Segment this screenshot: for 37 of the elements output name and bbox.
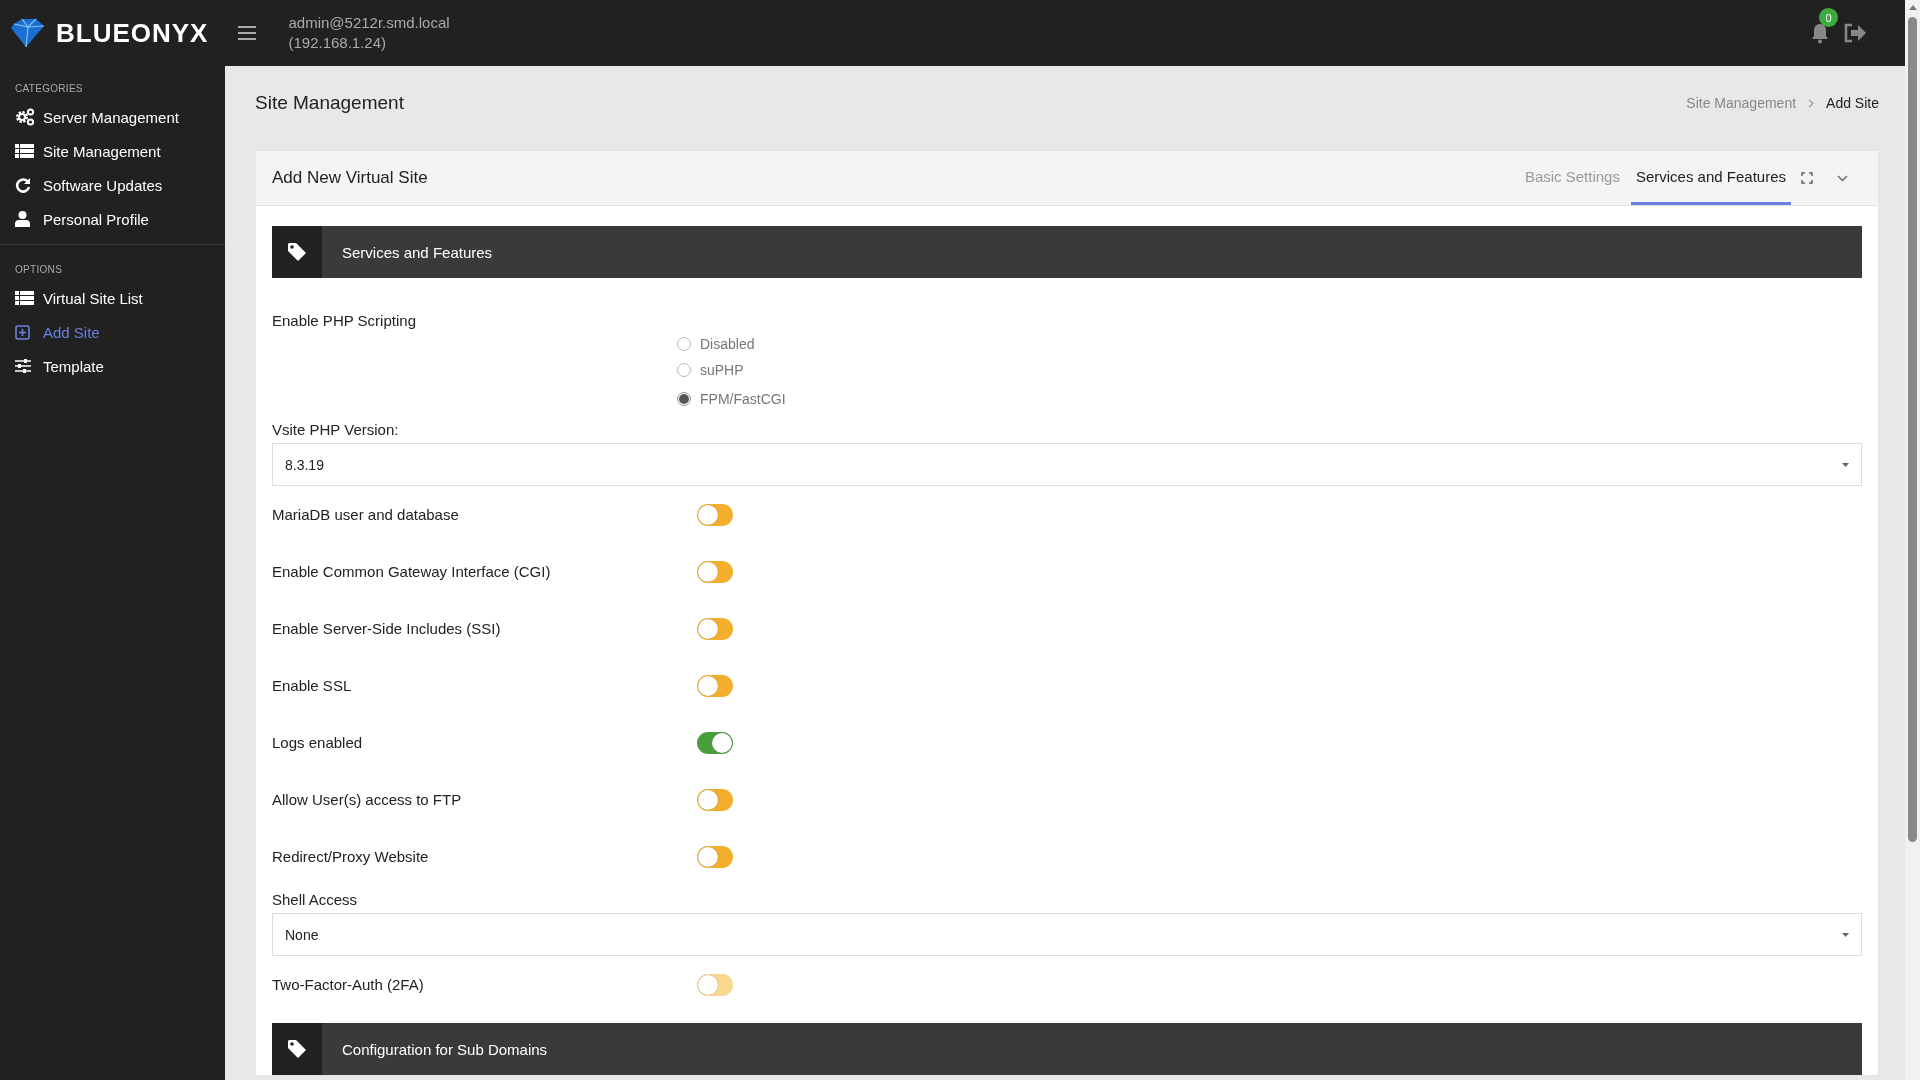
field-label: MariaDB user and database xyxy=(272,506,460,523)
section-heading: OPTIONS xyxy=(14,263,64,277)
select-value: None xyxy=(285,926,320,943)
select-field[interactable]: 8.3.19 xyxy=(272,443,1862,486)
select-field[interactable]: None xyxy=(272,913,1862,956)
sidebar-item[interactable]: Add Site xyxy=(0,315,225,349)
brand-name: BLUEONYX xyxy=(56,17,209,49)
page-title: Site Management xyxy=(255,92,405,114)
section-heading: CATEGORIES xyxy=(14,82,84,96)
section-title: Configuration for Sub Domains xyxy=(342,1040,548,1058)
notification-badge: 0 xyxy=(1819,8,1838,27)
field-label: Enable Server-Side Includes (SSI) xyxy=(272,620,502,637)
field-label: Shell Access xyxy=(272,891,359,908)
field-label: Allow User(s) access to FTP xyxy=(272,791,463,808)
select-value: 8.3.19 xyxy=(285,456,325,473)
radio-label: suPHP xyxy=(700,362,744,378)
card-title: Add New Virtual Site xyxy=(272,168,429,188)
section-title: Services and Features xyxy=(342,243,493,261)
sidebar-item[interactable]: Personal Profile xyxy=(0,202,225,236)
host-address: (192.168.1.24) xyxy=(288,33,388,53)
sidebar-item[interactable]: Virtual Site List xyxy=(0,281,225,315)
tab[interactable]: Services and Features xyxy=(1630,151,1791,205)
sidebar-item[interactable]: Software Updates xyxy=(0,168,225,202)
breadcrumb-current: Add Site xyxy=(1826,95,1879,111)
sidebar-item[interactable]: Template xyxy=(0,349,225,383)
radio-label: Disabled xyxy=(700,336,755,352)
user-email: admin@5212r.smd.local xyxy=(288,13,450,33)
sidebar-item[interactable]: Site Management xyxy=(0,134,225,168)
field-label: Redirect/Proxy Website xyxy=(272,848,430,865)
field-label: Logs enabled xyxy=(272,734,364,751)
field-label: Enable Common Gateway Interface (CGI) xyxy=(272,563,552,580)
field-label: Vsite PHP Version: xyxy=(272,421,400,438)
field-label: Enable SSL xyxy=(272,677,353,694)
field-label: Enable PHP Scripting xyxy=(272,312,417,329)
sidebar-item[interactable]: Server Management xyxy=(0,100,225,134)
field-label: Two-Factor-Auth (2FA) xyxy=(272,976,425,993)
radio-label: FPM/FastCGI xyxy=(700,391,786,407)
